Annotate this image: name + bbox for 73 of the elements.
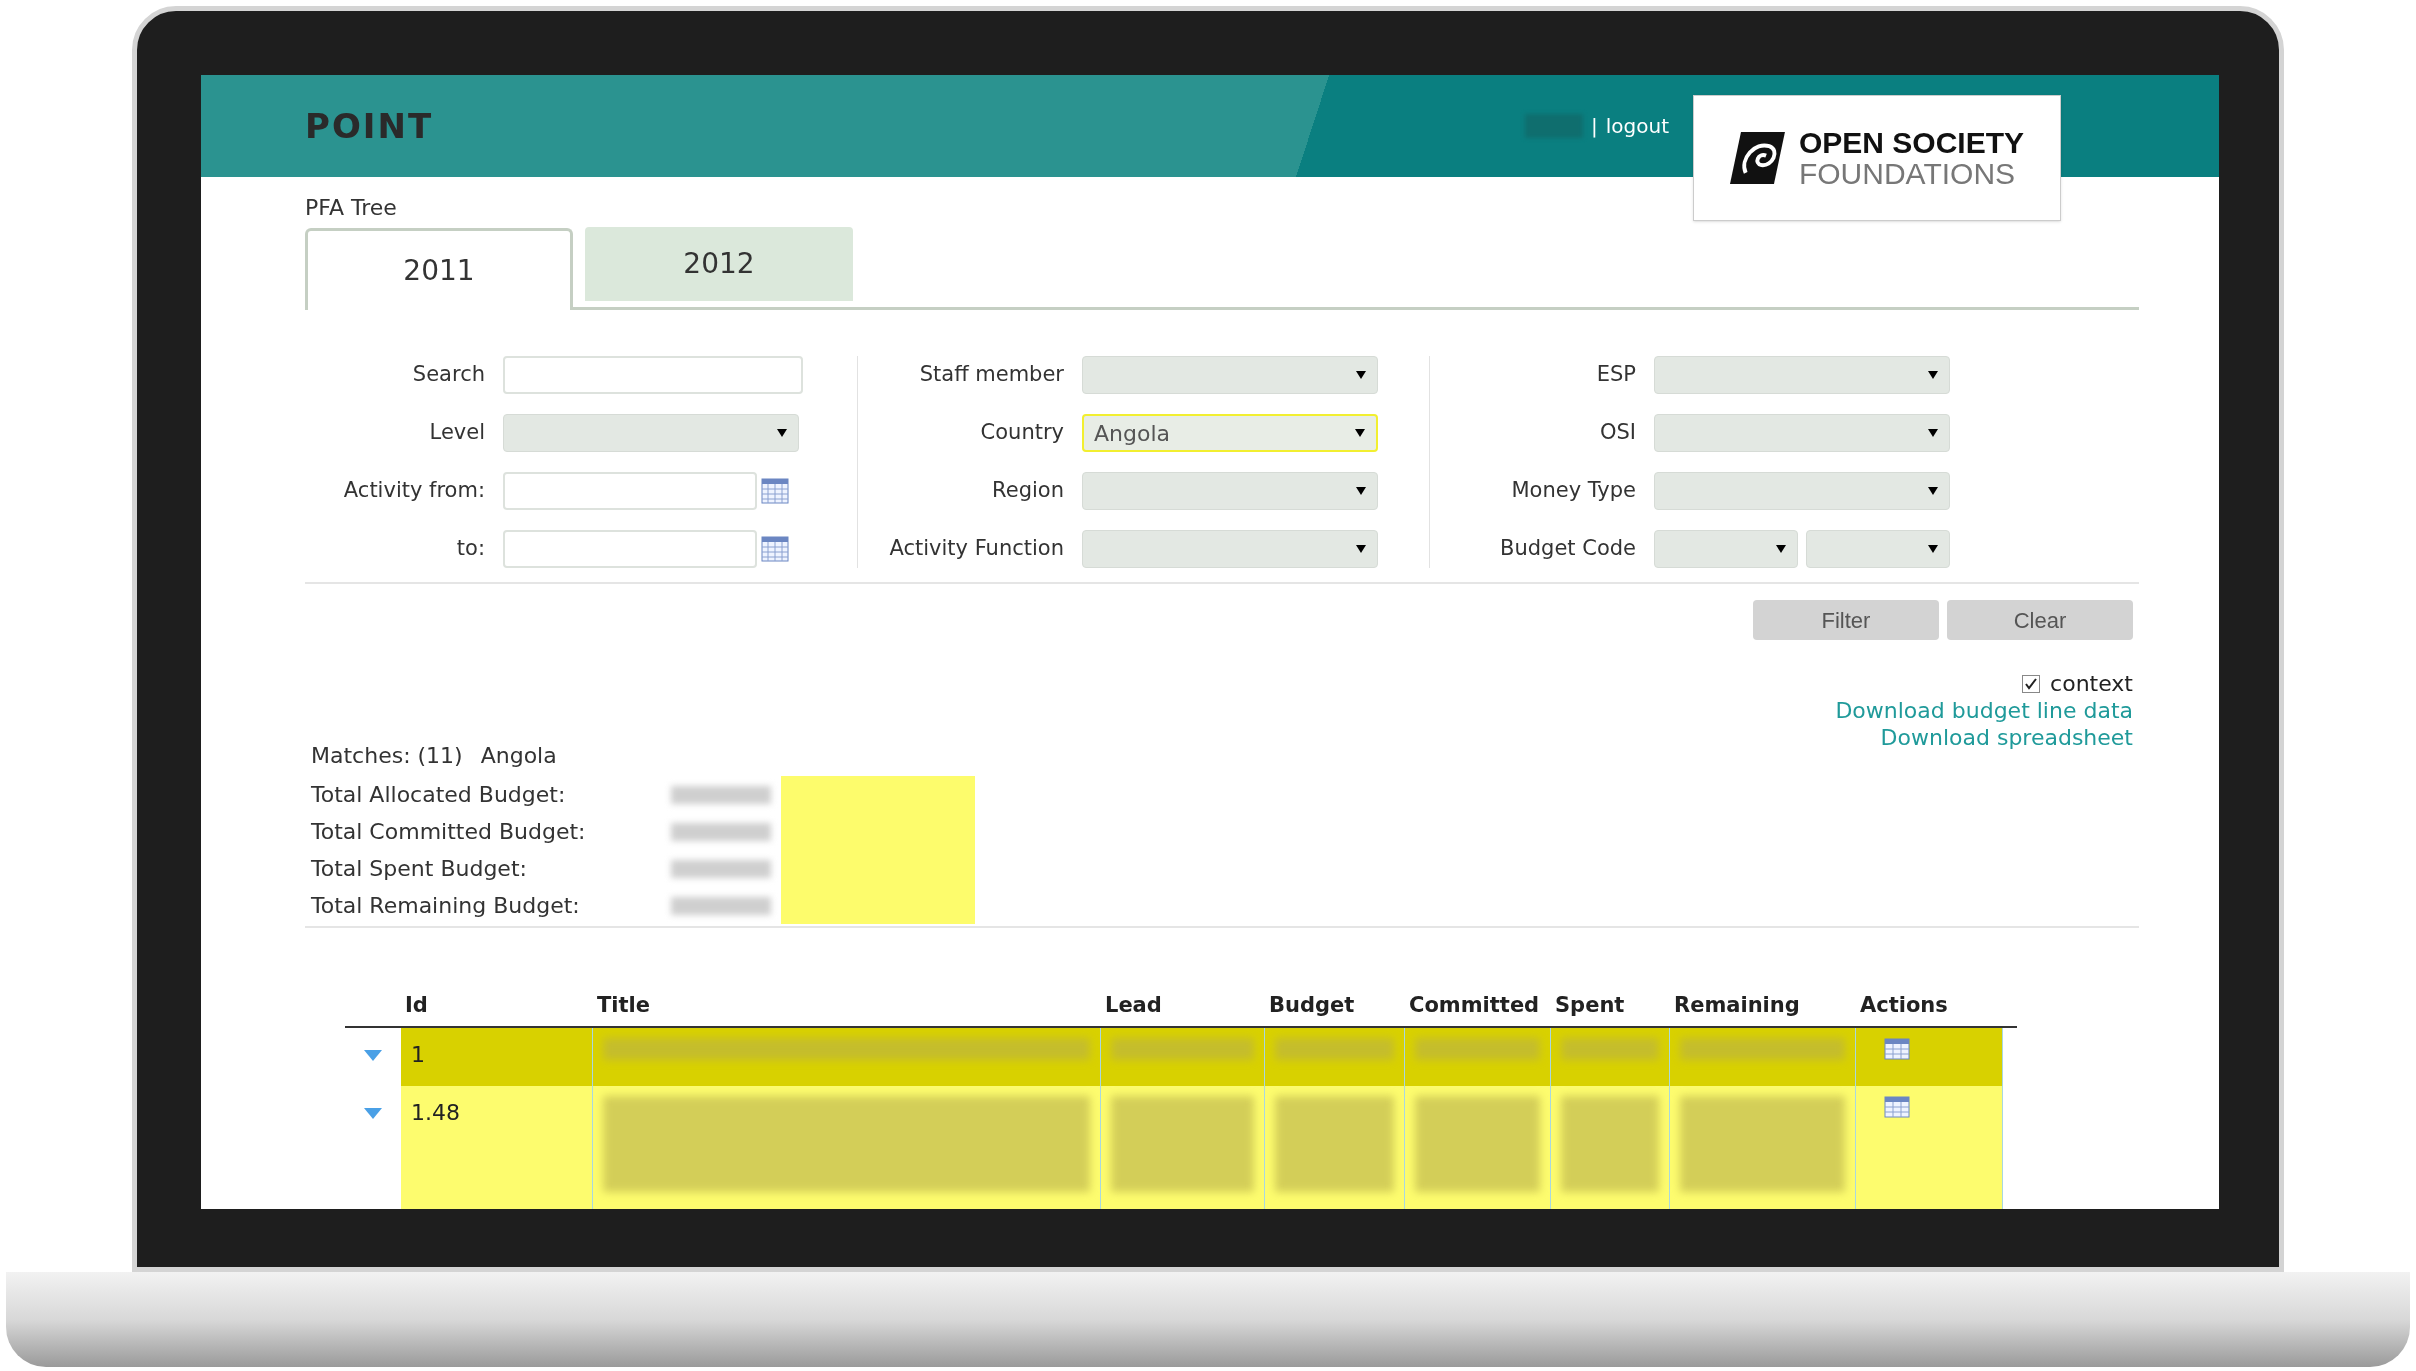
column-header: Committed: [1408, 992, 1541, 1019]
matches-count: Matches: (11): [311, 742, 463, 770]
dropdown[interactable]: [1654, 530, 1798, 568]
calendar-icon[interactable]: [761, 478, 789, 504]
table-view-icon[interactable]: [1884, 1038, 1910, 1060]
dropdown[interactable]: [1654, 414, 1950, 452]
date-field[interactable]: [503, 530, 757, 568]
table-cell: 1: [411, 1042, 425, 1067]
app-title: POINT: [305, 104, 434, 148]
download-link[interactable]: Download budget line data: [1835, 697, 2133, 724]
table-view-icon[interactable]: [1884, 1096, 1910, 1118]
dropdown[interactable]: [1082, 356, 1378, 394]
table-row[interactable]: 1: [401, 1028, 2003, 1086]
context-checkbox[interactable]: [2022, 674, 2041, 693]
total-label: Total Allocated Budget:: [311, 781, 567, 809]
dropdown[interactable]: [1082, 530, 1378, 568]
dropdown-caret-icon: [1927, 370, 1939, 380]
action-button[interactable]: Clear: [1947, 600, 2133, 640]
total-label: Total Spent Budget:: [311, 855, 528, 883]
year-tab[interactable]: 2012: [585, 227, 853, 301]
filter-label: Level: [428, 419, 485, 447]
filter-label: Activity Function: [888, 535, 1064, 563]
dropdown-caret-icon: [1355, 370, 1367, 380]
column-header: Actions: [1859, 992, 1949, 1019]
filter-label: to:: [455, 535, 485, 563]
dropdown-caret-icon: [1927, 544, 1939, 554]
year-tab[interactable]: 2011: [305, 228, 573, 310]
filter-label: OSI: [1598, 419, 1636, 447]
dropdown[interactable]: [1654, 472, 1950, 510]
column-header: Title: [596, 992, 651, 1019]
checkbox-label: context: [2050, 670, 2133, 697]
table-row[interactable]: 1.48: [401, 1086, 2003, 1209]
logo-text: FOUNDATIONS: [1798, 158, 2017, 190]
separator: |: [1591, 113, 1598, 140]
dropdown-caret-icon: [1354, 428, 1366, 438]
column-header: Budget: [1268, 992, 1356, 1019]
breadcrumb: PFA Tree: [305, 194, 398, 222]
logo-text: OPEN SOCIETY: [1798, 126, 2024, 158]
dropdown[interactable]: [1082, 472, 1378, 510]
total-label: Total Remaining Budget:: [311, 892, 581, 920]
calendar-icon[interactable]: [761, 536, 789, 562]
total-label: Total Committed Budget:: [311, 818, 587, 846]
matches-country: Angola: [480, 742, 557, 770]
column-header: Id: [404, 992, 429, 1019]
filter-label: Country: [979, 419, 1064, 447]
dropdown-caret-icon: [1927, 428, 1939, 438]
expand-triangle-icon[interactable]: [363, 1106, 383, 1120]
dropdown-caret-icon: [1355, 544, 1367, 554]
dropdown-caret-icon: [1775, 544, 1787, 554]
download-link[interactable]: Download spreadsheet: [1880, 724, 2133, 751]
dropdown-caret-icon: [1355, 486, 1367, 496]
dropdown[interactable]: [503, 414, 799, 452]
filter-label: Money Type: [1510, 477, 1636, 505]
filter-label: Budget Code: [1499, 535, 1636, 563]
filter-label: ESP: [1595, 361, 1636, 389]
table-cell: 1.48: [411, 1100, 460, 1125]
dropdown[interactable]: [1654, 356, 1950, 394]
dropdown-caret-icon: [1927, 486, 1939, 496]
dropdown[interactable]: Angola: [1082, 414, 1378, 452]
column-header: Spent: [1554, 992, 1626, 1019]
filter-label: Activity from:: [342, 477, 485, 505]
filter-label: Staff member: [918, 361, 1064, 389]
column-header: Remaining: [1673, 992, 1801, 1019]
filter-label: Search: [411, 361, 485, 389]
expand-triangle-icon[interactable]: [363, 1048, 383, 1062]
dropdown[interactable]: [1806, 530, 1950, 568]
date-field[interactable]: [503, 472, 757, 510]
logout-link[interactable]: logout: [1605, 111, 1669, 141]
action-button[interactable]: Filter: [1753, 600, 1939, 640]
filter-label: Region: [991, 477, 1064, 505]
column-header: Lead: [1104, 992, 1163, 1019]
search-field[interactable]: [503, 356, 803, 394]
dropdown-caret-icon: [776, 428, 788, 438]
